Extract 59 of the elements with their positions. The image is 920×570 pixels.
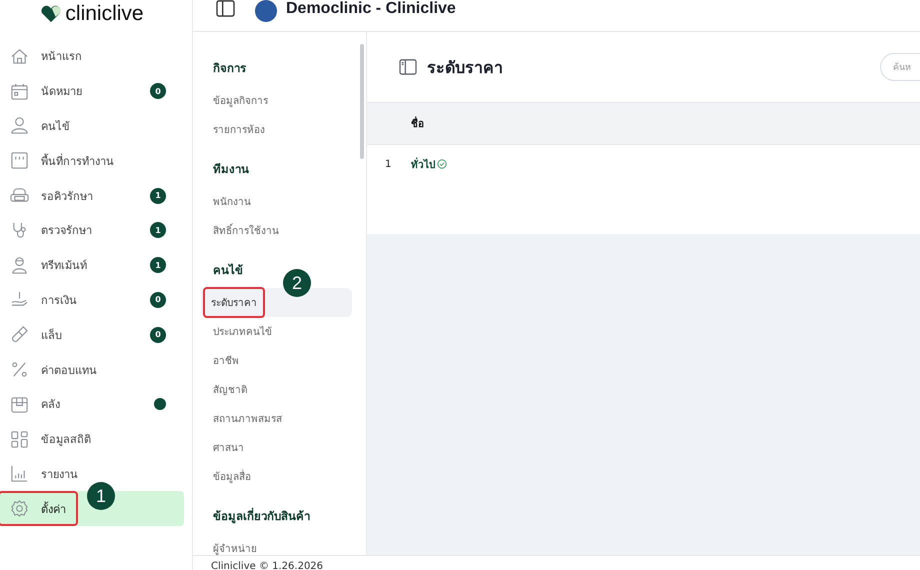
sidebar-item[interactable]: ทรีทเม้นท์ 1 [0, 248, 184, 283]
step-number-badge: 1 [87, 482, 115, 510]
settings-menu-item[interactable]: สิทธิ์การใช้งาน [201, 216, 352, 245]
settings-menu-item[interactable]: ระดับราคา [201, 288, 352, 317]
search-field[interactable]: ค้นห [880, 53, 920, 81]
sidebar-item[interactable]: รอคิวรักษา 1 [0, 178, 184, 213]
sidebar-item[interactable]: ตรวจรักษา 1 [0, 212, 184, 248]
sidebar-item[interactable]: การเงิน 0 [0, 282, 184, 318]
settings-menu-item[interactable]: สัญชาติ [201, 375, 352, 404]
home-icon [10, 46, 29, 66]
window-title: Democlinic - Cliniclive [286, 0, 456, 18]
column-header: ชื่อ [411, 116, 424, 131]
settings-menu-item[interactable]: ประเภทคนไข้ [201, 317, 352, 346]
sidebar-item[interactable]: พื้นที่การทำงาน [0, 143, 184, 178]
calendar-icon [10, 82, 29, 101]
sidebar-toggle-icon[interactable] [216, 0, 235, 17]
section-heading: ทีมงาน [212, 161, 250, 178]
box-icon [10, 394, 29, 414]
percent-icon [10, 360, 29, 380]
sidebar-item[interactable]: นัดหมาย 0 [0, 74, 184, 109]
section-heading: คนไข้ [212, 262, 244, 279]
section-heading: กิจการ [212, 60, 248, 77]
count-badge: 0 [150, 292, 166, 308]
heart-logo-icon [40, 5, 62, 23]
sidebar-item[interactable]: ข้อมูลสถิติ [0, 422, 184, 457]
page-title: ระดับราคา [427, 56, 504, 78]
count-badge: 1 [150, 188, 166, 204]
gear-icon [10, 499, 29, 518]
settings-menu-item[interactable]: อาชีพ [201, 346, 352, 375]
person-icon [10, 116, 29, 136]
nurse-icon [10, 256, 29, 275]
step-number-badge: 2 [283, 269, 311, 297]
count-badge: 1 [150, 222, 166, 238]
settings-menu-item[interactable]: รายการห้อง [201, 115, 352, 144]
row-number: 1 [384, 158, 392, 170]
scrollbar[interactable] [360, 44, 364, 159]
count-badge: 0 [150, 326, 166, 343]
sidebar-item[interactable]: แล็บ 0 [0, 317, 184, 352]
board-icon [10, 151, 29, 170]
settings-menu-item[interactable]: ข้อมูลกิจการ [201, 86, 352, 115]
settings-menu-item[interactable]: ข้อมูลสื่อ [201, 462, 352, 491]
section-heading: ข้อมูลเกี่ยวกับสินค้า [212, 506, 311, 526]
settings-menu-item[interactable]: สถานภาพสมรส [201, 404, 352, 433]
brand-name: cliniclive [65, 2, 144, 26]
count-badge: 1 [150, 257, 166, 274]
settings-menu-item[interactable]: พนักงาน [201, 187, 352, 216]
sidebar-item[interactable]: หน้าแรก [0, 39, 184, 74]
settings-menu-item[interactable]: ศาสนา [201, 433, 352, 462]
clinic-logo-icon [255, 0, 277, 22]
panel-icon [399, 59, 417, 75]
sidebar-item[interactable]: คนไข้ [0, 108, 184, 144]
sidebar-item[interactable]: ค่าตอบแทน [0, 352, 184, 387]
table-cell[interactable]: ทั่วไป [411, 156, 435, 172]
count-badge: 0 [150, 83, 166, 100]
test-tube-icon [10, 325, 29, 344]
sidebar-item[interactable]: คลัง [0, 386, 184, 422]
footer-text: Cliniclive © 1.26.2026 [211, 561, 324, 570]
bar-chart-icon [10, 464, 29, 484]
grid-icon [10, 430, 29, 449]
